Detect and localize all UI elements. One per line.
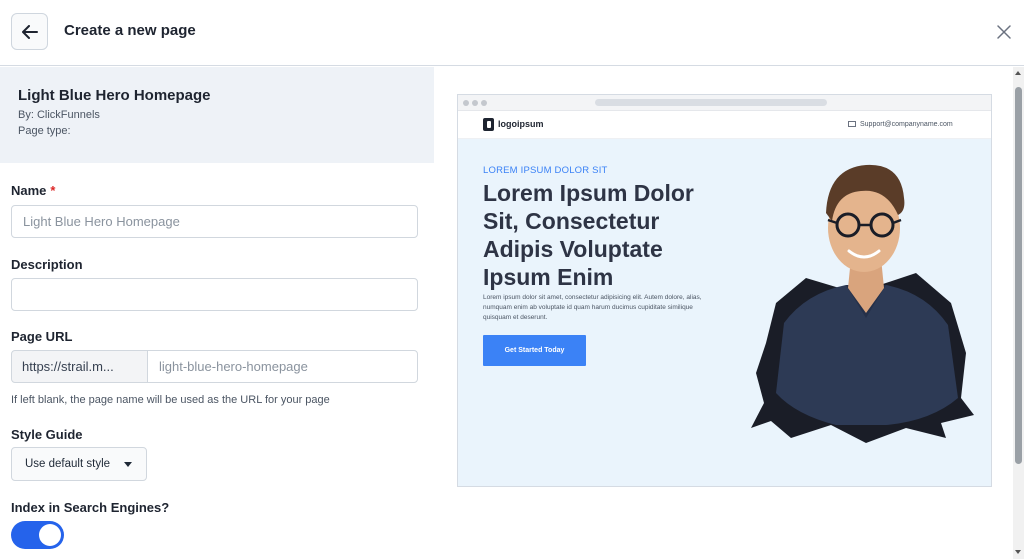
back-button[interactable] bbox=[11, 13, 48, 50]
support-email: Support@companyname.com bbox=[860, 121, 953, 128]
caret-down-icon bbox=[124, 462, 132, 467]
description-input[interactable] bbox=[11, 278, 418, 311]
hero-eyebrow: LOREM IPSUM DOLOR SIT bbox=[483, 165, 608, 176]
hero-headline: Lorem Ipsum Dolor Sit, Consectetur Adipi… bbox=[483, 180, 694, 290]
template-name: Light Blue Hero Homepage bbox=[18, 87, 211, 104]
arrow-left-icon bbox=[21, 24, 38, 39]
template-author: By: ClickFunnels bbox=[18, 109, 100, 121]
index-toggle[interactable] bbox=[11, 521, 64, 549]
mail-icon bbox=[848, 121, 856, 127]
name-label: Name * bbox=[11, 183, 55, 198]
logo-icon bbox=[483, 118, 494, 131]
window-dot-icon bbox=[463, 100, 469, 106]
close-icon[interactable] bbox=[996, 24, 1012, 40]
name-label-text: Name bbox=[11, 183, 47, 198]
index-label: Index in Search Engines? bbox=[11, 500, 170, 515]
toggle-knob bbox=[39, 524, 61, 546]
scroll-thumb[interactable] bbox=[1015, 87, 1022, 464]
window-dot-icon bbox=[481, 100, 487, 106]
style-guide-label: Style Guide bbox=[11, 427, 83, 442]
hero-cta-button: Get Started Today bbox=[483, 335, 586, 366]
template-info: Light Blue Hero Homepage By: ClickFunnel… bbox=[0, 67, 434, 163]
style-guide-select[interactable]: Use default style bbox=[11, 447, 147, 481]
logo-text: logoipsum bbox=[498, 119, 544, 129]
url-prefix: https://strail.m... bbox=[11, 350, 148, 383]
page-title: Create a new page bbox=[64, 22, 196, 39]
required-mark: * bbox=[50, 183, 56, 198]
scroll-down-icon[interactable] bbox=[1015, 550, 1021, 554]
form-panel: Light Blue Hero Homepage By: ClickFunnel… bbox=[0, 67, 434, 559]
style-guide-value: Use default style bbox=[25, 458, 111, 470]
preview-scrollbar[interactable] bbox=[1013, 67, 1024, 559]
browser-chrome bbox=[458, 95, 991, 111]
template-preview: logoipsum Support@companyname.com LOREM … bbox=[457, 94, 992, 487]
hero-body: Lorem ipsum dolor sit amet, consectetur … bbox=[483, 294, 702, 321]
browser-url-bar bbox=[595, 99, 827, 106]
scroll-up-icon[interactable] bbox=[1015, 71, 1021, 75]
name-input[interactable]: Light Blue Hero Homepage bbox=[11, 205, 418, 238]
description-label: Description bbox=[11, 257, 83, 272]
page-url-label: Page URL bbox=[11, 329, 73, 344]
modal-header: Create a new page bbox=[0, 0, 1024, 66]
window-dot-icon bbox=[472, 100, 478, 106]
template-page-type: Page type: bbox=[18, 125, 71, 137]
url-slug-input[interactable]: light-blue-hero-homepage bbox=[147, 350, 418, 383]
hero-person-image bbox=[751, 164, 974, 443]
url-hint: If left blank, the page name will be use… bbox=[11, 394, 330, 406]
site-header: logoipsum Support@companyname.com bbox=[458, 111, 991, 139]
